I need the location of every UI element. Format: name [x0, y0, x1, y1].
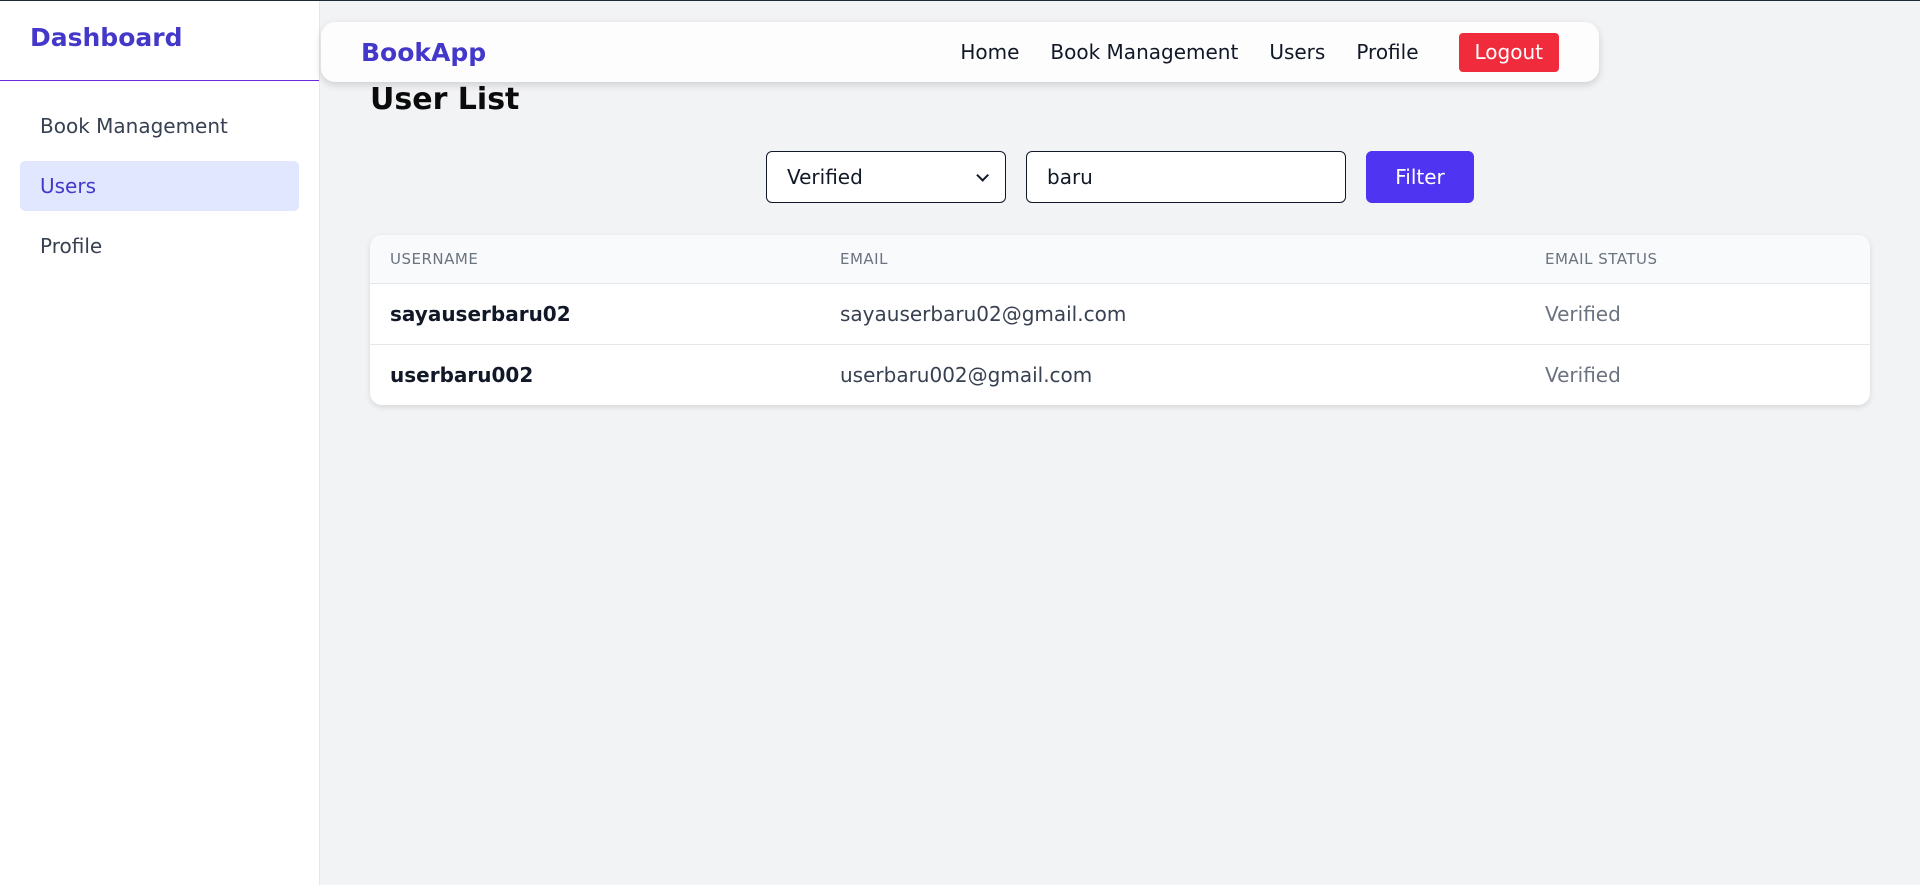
- table-row[interactable]: sayauserbaru02 sayauserbaru02@gmail.com …: [370, 283, 1870, 345]
- navbar-brand[interactable]: BookApp: [361, 38, 486, 67]
- nav-link-users[interactable]: Users: [1269, 40, 1325, 64]
- cell-username: sayauserbaru02: [370, 283, 820, 345]
- top-navbar: BookApp Home Book Management Users Profi…: [321, 22, 1599, 82]
- email-status-select-value: Verified: [787, 165, 863, 189]
- column-header-email-status: EMAIL STATUS: [1525, 235, 1870, 284]
- logout-button[interactable]: Logout: [1458, 32, 1559, 72]
- chevron-down-icon: [976, 168, 989, 182]
- user-table-card: USERNAME EMAIL EMAIL STATUS sayauserbaru…: [370, 235, 1870, 405]
- cell-email: sayauserbaru02@gmail.com: [820, 283, 1525, 345]
- column-header-username: USERNAME: [370, 235, 820, 284]
- cell-email: userbaru002@gmail.com: [840, 362, 1093, 387]
- column-header-email: EMAIL: [820, 235, 1525, 284]
- table-row[interactable]: userbaru002 userbaru002@gmail.com Verifi…: [370, 344, 1870, 405]
- navbar-links: Home Book Management Users Profile Logou…: [960, 32, 1559, 72]
- sidebar-item-book-management[interactable]: Book Management: [20, 101, 299, 151]
- sidebar-header: Dashboard: [0, 1, 319, 81]
- sidebar-item-profile[interactable]: Profile: [20, 221, 299, 271]
- cell-email-status: Verified: [1545, 362, 1621, 387]
- search-input[interactable]: [1026, 151, 1346, 203]
- page-title: User List: [370, 82, 520, 117]
- table-header-row: USERNAME EMAIL EMAIL STATUS: [370, 235, 1870, 284]
- filter-bar: Verified Filter: [766, 151, 1474, 203]
- nav-link-book-management[interactable]: Book Management: [1050, 40, 1238, 64]
- user-table: USERNAME EMAIL EMAIL STATUS sayauserbaru…: [370, 235, 1870, 405]
- cell-email-status: Verified: [1525, 283, 1870, 345]
- nav-link-home[interactable]: Home: [960, 40, 1019, 64]
- sidebar-item-users[interactable]: Users: [20, 161, 299, 211]
- sidebar-brand[interactable]: Dashboard: [30, 23, 289, 52]
- nav-link-profile[interactable]: Profile: [1356, 40, 1418, 64]
- sidebar-nav: Book Management Users Profile: [0, 81, 319, 291]
- filter-button[interactable]: Filter: [1366, 151, 1474, 203]
- cell-username: userbaru002: [390, 362, 534, 387]
- sidebar: Dashboard Book Management Users Profile: [0, 1, 320, 885]
- email-status-select[interactable]: Verified: [766, 151, 1006, 203]
